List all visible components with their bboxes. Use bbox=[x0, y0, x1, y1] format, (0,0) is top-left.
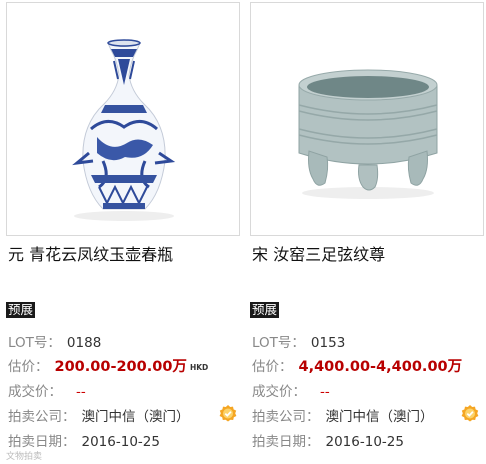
verified-badge-icon bbox=[461, 405, 479, 422]
deal-price-row: 成交价： -- bbox=[8, 380, 86, 400]
lot-number-value: 0153 bbox=[310, 335, 346, 351]
deal-price-label: 成交价： bbox=[252, 384, 306, 400]
watermark: 文物拍卖 bbox=[6, 452, 43, 462]
auction-company-label: 拍卖公司： bbox=[252, 409, 320, 425]
auction-date-value: 2016-10-25 bbox=[81, 434, 160, 450]
deal-price-label: 成交价： bbox=[8, 384, 62, 400]
lot-number-label: LOT号： bbox=[8, 335, 61, 351]
estimate-value: 200.00-200.00万 bbox=[54, 359, 187, 375]
lot-card[interactable]: 元 青花云凤纹玉壶春瓶 预展 LOT号： 0188 估价： 200.00-200.0… bbox=[6, 0, 242, 464]
estimate-row: 估价： 200.00-200.00万 HKD bbox=[8, 355, 208, 376]
lot-number-row: LOT号： 0153 bbox=[252, 331, 345, 351]
blue-white-porcelain-vase-image bbox=[72, 39, 176, 221]
auction-date-row: 拍卖日期： 2016-10-25 bbox=[8, 430, 160, 450]
estimate-label: 估价： bbox=[252, 359, 293, 375]
auction-date-label: 拍卖日期： bbox=[252, 434, 320, 450]
currency-label: HKD bbox=[189, 363, 209, 372]
auction-date-label: 拍卖日期： bbox=[8, 434, 76, 450]
deal-price-value: -- bbox=[320, 384, 330, 400]
auction-company-value[interactable]: 澳门中信（澳门） bbox=[326, 409, 434, 425]
lot-number-label: LOT号： bbox=[252, 335, 305, 351]
lot-title[interactable]: 宋 汝窑三足弦纹尊 bbox=[252, 241, 385, 265]
lot-image[interactable] bbox=[250, 2, 484, 236]
preview-badge: 预展 bbox=[250, 302, 280, 318]
verified-badge-icon bbox=[219, 405, 237, 422]
estimate-row: 估价： 4,400.00-4,400.00万 bbox=[252, 355, 462, 376]
lot-image[interactable] bbox=[6, 2, 240, 236]
auction-date-value: 2016-10-25 bbox=[325, 434, 404, 450]
estimate-label: 估价： bbox=[8, 359, 49, 375]
auction-company-row: 拍卖公司： 澳门中信（澳门） bbox=[8, 405, 190, 425]
preview-badge: 预展 bbox=[6, 302, 36, 318]
lot-number-value: 0188 bbox=[66, 335, 102, 351]
auction-company-label: 拍卖公司： bbox=[8, 409, 76, 425]
lot-card[interactable]: 宋 汝窑三足弦纹尊 预展 LOT号： 0153 估价： 4,400.00-4,400… bbox=[250, 0, 486, 464]
lot-title[interactable]: 元 青花云凤纹玉壶春瓶 bbox=[8, 241, 173, 265]
auction-company-row: 拍卖公司： 澳门中信（澳门） bbox=[252, 405, 434, 425]
estimate-value: 4,400.00-4,400.00万 bbox=[298, 359, 463, 375]
lot-number-row: LOT号： 0188 bbox=[8, 331, 101, 351]
deal-price-row: 成交价： -- bbox=[252, 380, 330, 400]
auction-company-value[interactable]: 澳门中信（澳门） bbox=[82, 409, 190, 425]
celadon-tripod-censer-image bbox=[298, 69, 438, 199]
auction-date-row: 拍卖日期： 2016-10-25 bbox=[252, 430, 404, 450]
deal-price-value: -- bbox=[76, 384, 86, 400]
